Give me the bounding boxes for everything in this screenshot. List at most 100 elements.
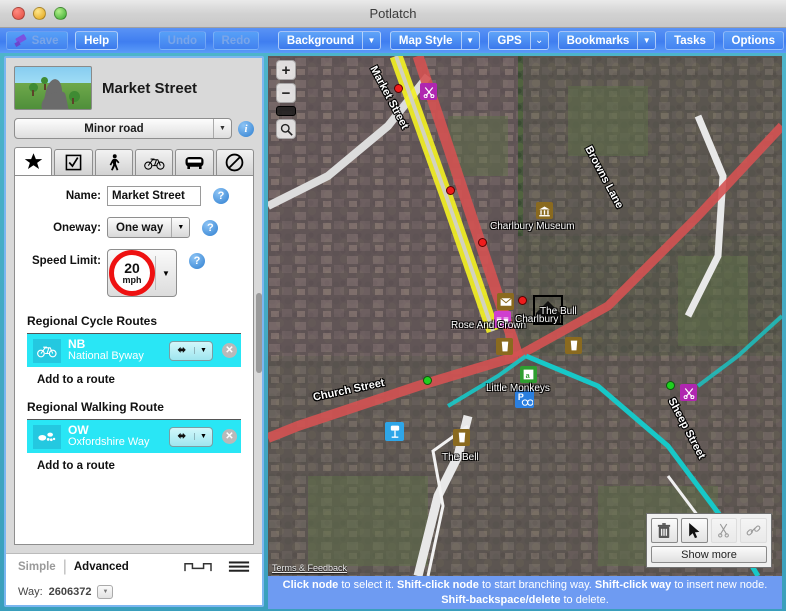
hamburger-menu-icon[interactable] (228, 560, 250, 573)
oneway-field-row: Oneway: One way ▼ ? (15, 217, 253, 238)
tasks-button[interactable]: Tasks (665, 31, 715, 50)
poi-shop-marker[interactable] (420, 83, 437, 100)
map-style-label[interactable]: Map Style (389, 31, 461, 50)
way-node[interactable] (518, 296, 527, 305)
pedestrian-icon (109, 154, 120, 171)
bookmarks-label[interactable]: Bookmarks (557, 31, 638, 50)
poi-hairdresser-marker[interactable] (680, 384, 697, 401)
feature-header: Market Street (6, 58, 262, 116)
poi-toy-shop-marker[interactable]: a (520, 366, 537, 383)
poi-node[interactable] (423, 376, 432, 385)
poi-node[interactable] (666, 381, 675, 390)
way-label: Way: (18, 586, 43, 598)
poi-cafe-marker[interactable] (496, 338, 513, 355)
map-style-menu[interactable]: Map Style ▼ (389, 31, 480, 50)
speed-limit-unit: mph (122, 274, 142, 285)
tab-bicycle[interactable] (134, 149, 174, 175)
way-history-chevron-down-icon[interactable]: ▼ (97, 585, 114, 599)
speed-limit-select[interactable]: 20 mph ▼ (107, 249, 177, 297)
bicycle-icon (143, 158, 165, 170)
background-label[interactable]: Background (277, 31, 362, 50)
poi-pub-bell-marker[interactable] (453, 429, 470, 446)
cycle-routes-heading: Regional Cycle Routes (27, 314, 158, 328)
advanced-mode-link[interactable]: Advanced (74, 561, 129, 573)
footprints-icon (33, 424, 61, 449)
help-button[interactable]: Help (75, 31, 119, 50)
simple-mode-link[interactable]: Simple (18, 561, 56, 573)
bookmarks-menu[interactable]: Bookmarks ▼ (557, 31, 657, 50)
cycle-add-to-route-link[interactable]: Add to a route (15, 367, 253, 394)
zoom-in-button[interactable]: + (276, 60, 296, 80)
poi-pub-marker[interactable] (565, 337, 582, 354)
poi-parking-marker[interactable]: P (515, 389, 534, 408)
oneway-help-icon[interactable]: ? (202, 219, 219, 236)
bookmarks-chevron-down-icon[interactable]: ▼ (637, 31, 657, 50)
tab-panel-general: Name: Market Street ? Oneway: One way ▼ … (14, 175, 254, 545)
cycle-route-remove-button[interactable]: ✕ (222, 343, 237, 358)
cycle-route-role-select[interactable]: ⬌ ▼ (168, 340, 213, 361)
search-icon (280, 123, 293, 136)
tab-bus[interactable] (175, 149, 214, 175)
editor-tabs (6, 147, 262, 175)
background-menu[interactable]: Background ▼ (277, 31, 381, 50)
tab-general[interactable] (14, 147, 53, 175)
options-button[interactable]: Options (722, 31, 784, 50)
way-node[interactable] (394, 84, 403, 93)
scissors-icon (683, 387, 694, 399)
delete-button[interactable] (651, 518, 678, 543)
status-bar: Click node to select it. Shift-click nod… (268, 576, 782, 609)
oneway-select[interactable]: One way ▼ (107, 217, 191, 238)
mode-divider: | (62, 557, 67, 575)
bus-icon (185, 156, 204, 169)
walking-route-remove-button[interactable]: ✕ (222, 429, 237, 444)
name-input[interactable]: Market Street (107, 186, 201, 206)
map-canvas[interactable]: + − P a Market Street Browns Lane Church… (268, 56, 782, 576)
way-id-value: 2606372 (48, 586, 92, 598)
map-zoom-controls: + − (276, 60, 296, 139)
map-style-chevron-down-icon[interactable]: ▼ (460, 31, 480, 50)
select-tool-button[interactable] (680, 518, 708, 543)
road-type-select[interactable]: Minor road ▼ (14, 118, 232, 139)
bicycle-route-icon (33, 338, 61, 363)
gps-chevron-down-icon[interactable]: ⌄ (529, 31, 549, 50)
way-shape-icon[interactable] (184, 560, 212, 573)
road-type-info-icon[interactable]: i (238, 120, 254, 137)
split-way-button[interactable] (710, 518, 738, 543)
background-chevron-down-icon[interactable]: ▼ (361, 31, 381, 50)
save-button[interactable]: Save (5, 31, 68, 50)
redo-button[interactable]: Redo (212, 31, 260, 50)
cycle-route-row[interactable]: NB National Byway ⬌ ▼ ✕ (27, 333, 241, 367)
way-node[interactable] (446, 186, 455, 195)
show-more-button[interactable]: Show more (651, 546, 767, 563)
map-action-toolbar: Show more (646, 513, 772, 568)
merge-ways-button[interactable] (740, 518, 767, 543)
poi-postbox-marker[interactable] (497, 293, 514, 310)
walking-route-role-select[interactable]: ⬌ ▼ (168, 426, 213, 447)
walking-route-role-chevron-down-icon[interactable]: ▼ (194, 433, 212, 440)
undo-button[interactable]: Undo (158, 31, 207, 50)
gps-label[interactable]: GPS (488, 31, 530, 50)
map-search-button[interactable] (276, 119, 296, 139)
oneway-chevron-down-icon[interactable]: ▼ (171, 218, 189, 237)
tab-restrictions[interactable] (215, 149, 254, 175)
tab-details[interactable] (54, 149, 93, 175)
cycle-route-role-chevron-down-icon[interactable]: ▼ (194, 347, 212, 354)
poi-gift-shop-marker[interactable] (494, 311, 511, 328)
selected-building-marker[interactable] (533, 295, 563, 325)
terms-and-feedback-link[interactable]: Terms & Feedback (272, 563, 347, 573)
poi-museum-marker[interactable] (536, 202, 553, 219)
road-type-chevron-down-icon[interactable]: ▼ (213, 119, 231, 138)
walking-add-to-route-link[interactable]: Add to a route (15, 453, 253, 480)
name-help-icon[interactable]: ? (213, 188, 229, 204)
walking-route-row[interactable]: OW Oxfordshire Way ⬌ ▼ ✕ (27, 419, 241, 453)
zoom-out-button[interactable]: − (276, 83, 296, 103)
tab-pedestrian[interactable] (94, 149, 133, 175)
gps-menu[interactable]: GPS ⌄ (488, 31, 549, 50)
speed-limit-help-icon[interactable]: ? (189, 253, 205, 269)
speed-limit-chevron-down-icon[interactable]: ▼ (155, 256, 176, 290)
parking-bicycle-icon: P (517, 391, 533, 406)
way-id-footer: Way: 2606372 ▼ (6, 579, 262, 605)
panel-scrollbar[interactable] (256, 293, 262, 373)
way-node[interactable] (478, 238, 487, 247)
poi-bus-stop-marker[interactable] (385, 422, 404, 441)
